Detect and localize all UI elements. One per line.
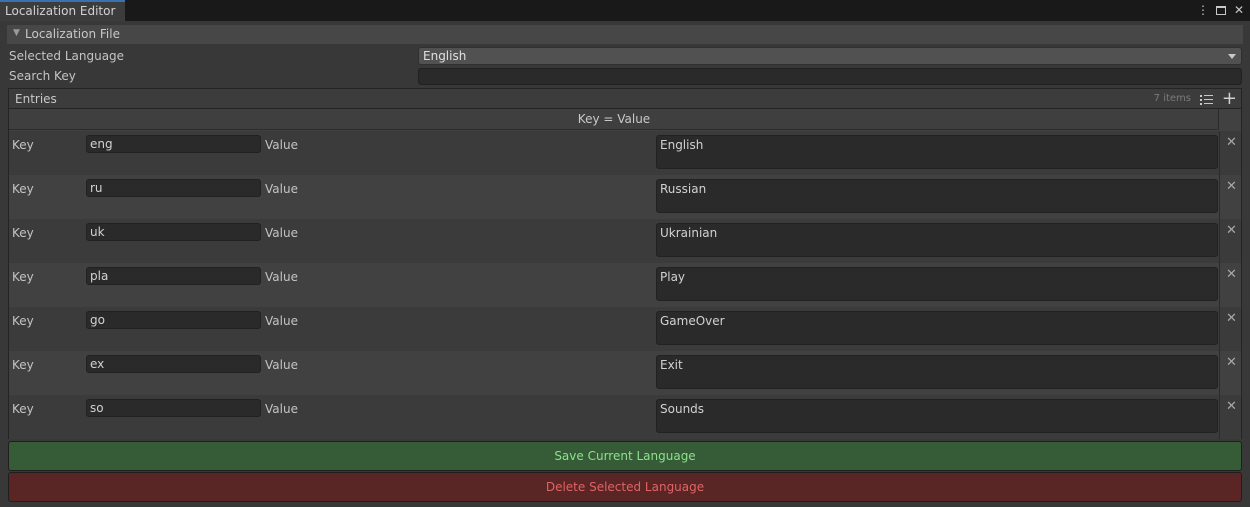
- remove-entry-icon[interactable]: ✕: [1226, 267, 1237, 282]
- value-input[interactable]: Exit: [656, 355, 1218, 389]
- key-label: Key: [12, 182, 34, 196]
- entries-count: 7 items: [1153, 93, 1191, 104]
- value-label: Value: [265, 182, 298, 196]
- key-input[interactable]: go: [86, 311, 261, 329]
- window-tab-title: Localization Editor: [5, 4, 116, 18]
- key-label: Key: [12, 270, 34, 284]
- entry-row: Key so Value Sounds ✕: [9, 395, 1241, 439]
- value-input[interactable]: English: [656, 135, 1218, 169]
- key-label: Key: [12, 314, 34, 328]
- key-input[interactable]: uk: [86, 223, 261, 241]
- key-input[interactable]: ex: [86, 355, 261, 373]
- window-tab[interactable]: Localization Editor: [0, 0, 125, 21]
- key-label: Key: [12, 138, 34, 152]
- value-label: Value: [265, 138, 298, 152]
- remove-entry-icon[interactable]: ✕: [1226, 135, 1237, 150]
- row-divider: [1219, 307, 1220, 351]
- row-divider: [1219, 395, 1220, 439]
- column-header: Key = Value: [9, 109, 1219, 130]
- kebab-menu-icon[interactable]: ⋮: [1196, 2, 1210, 18]
- remove-entry-icon[interactable]: ✕: [1226, 179, 1237, 194]
- key-label: Key: [12, 358, 34, 372]
- window-controls: ⋮ ✕: [1196, 1, 1246, 19]
- entries-header: Entries 7 items +: [8, 88, 1242, 109]
- chevron-down-icon: [1228, 54, 1236, 59]
- add-entry-icon[interactable]: +: [1222, 90, 1237, 108]
- row-divider: [1219, 131, 1220, 175]
- value-label: Value: [265, 402, 298, 416]
- row-divider: [1219, 175, 1220, 219]
- search-key-label: Search Key: [9, 69, 76, 83]
- localization-file-foldout[interactable]: ▼ Localization File: [7, 25, 1243, 44]
- delete-language-button[interactable]: Delete Selected Language: [8, 472, 1242, 502]
- entry-row: Key ru Value Russian ✕: [9, 175, 1241, 219]
- close-icon[interactable]: ✕: [1232, 2, 1246, 18]
- remove-entry-icon[interactable]: ✕: [1226, 355, 1237, 370]
- save-language-button[interactable]: Save Current Language: [8, 441, 1242, 471]
- remove-entry-icon[interactable]: ✕: [1226, 223, 1237, 238]
- column-header-label: Key = Value: [577, 112, 651, 126]
- value-input[interactable]: Play: [656, 267, 1218, 301]
- entry-row: Key pla Value Play ✕: [9, 263, 1241, 307]
- row-divider: [1219, 219, 1220, 263]
- entries-list: Key = Value Key eng Value English ✕ Key ru Valu…: [8, 109, 1242, 439]
- key-input[interactable]: so: [86, 399, 261, 417]
- foldout-label: Localization File: [25, 27, 120, 41]
- entry-row: Key go Value GameOver ✕: [9, 307, 1241, 351]
- key-input[interactable]: pla: [86, 267, 261, 285]
- entry-row: Key eng Value English ✕: [9, 131, 1241, 175]
- value-label: Value: [265, 270, 298, 284]
- selected-language-label: Selected Language: [9, 49, 125, 63]
- foldout-arrow-icon: ▼: [13, 28, 20, 38]
- value-input[interactable]: Ukrainian: [656, 223, 1218, 257]
- row-divider: [1219, 351, 1220, 395]
- row-divider: [1219, 263, 1220, 307]
- selected-language-value: English: [423, 49, 467, 63]
- value-input[interactable]: Russian: [656, 179, 1218, 213]
- list-options-icon[interactable]: [1200, 92, 1214, 106]
- remove-entry-icon[interactable]: ✕: [1226, 399, 1237, 414]
- maximize-icon[interactable]: [1214, 2, 1228, 18]
- value-label: Value: [265, 358, 298, 372]
- value-input[interactable]: Sounds: [656, 399, 1218, 433]
- window-title-bar: Localization Editor ⋮ ✕: [0, 0, 1250, 21]
- remove-entry-icon[interactable]: ✕: [1226, 311, 1237, 326]
- selected-language-dropdown[interactable]: English: [418, 47, 1242, 65]
- entries-title: Entries: [15, 92, 57, 106]
- key-label: Key: [12, 402, 34, 416]
- value-input[interactable]: GameOver: [656, 311, 1218, 345]
- entry-row: Key uk Value Ukrainian ✕: [9, 219, 1241, 263]
- value-label: Value: [265, 226, 298, 240]
- entry-row: Key ex Value Exit ✕: [9, 351, 1241, 395]
- key-label: Key: [12, 226, 34, 240]
- key-input[interactable]: ru: [86, 179, 261, 197]
- search-key-input[interactable]: [418, 68, 1242, 85]
- key-input[interactable]: eng: [86, 135, 261, 153]
- value-label: Value: [265, 314, 298, 328]
